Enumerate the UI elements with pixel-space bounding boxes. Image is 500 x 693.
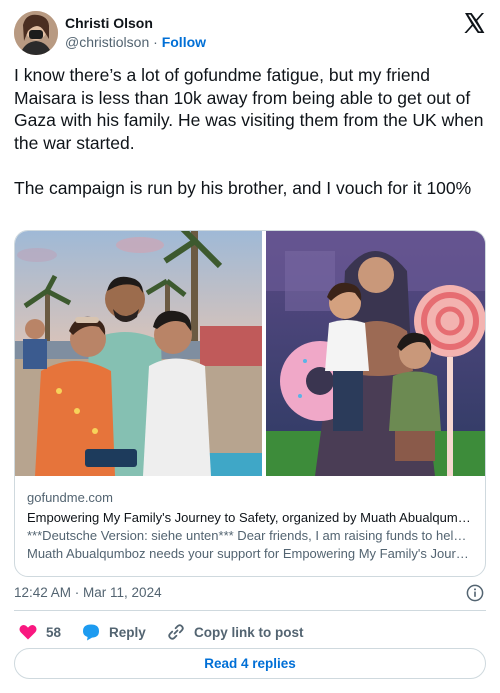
follow-link[interactable]: Follow [162,34,206,50]
author-name[interactable]: Christi Olson [65,14,206,32]
like-button[interactable]: 58 [18,620,61,644]
link-title: Empowering My Family's Journey to Safety… [27,510,473,525]
speech-bubble-icon [83,624,99,641]
tweet-paragraph: I know there’s a lot of gofundme fatigue… [14,65,484,153]
link-preview-card[interactable]: gofundme.com Empowering My Family's Jour… [14,230,486,577]
timestamp-row: 12:42 AM · Mar 11, 2024 [14,583,486,603]
link-preview-image [15,231,485,476]
avatar[interactable] [14,11,58,55]
read-replies-button[interactable]: Read 4 replies [14,648,486,679]
reply-button[interactable]: Reply [81,620,146,644]
timestamp[interactable]: 12:42 AM · Mar 11, 2024 [14,585,162,600]
author-block: Christi Olson @christiolson · Follow [65,14,206,52]
link-icon [168,624,184,640]
heart-icon [19,624,37,640]
tweet-header: Christi Olson @christiolson · Follow [14,11,486,55]
like-count: 58 [46,624,62,640]
tweet-embed: Christi Olson @christiolson · Follow I k… [0,0,500,693]
action-bar: 58 Reply Copy link to post [14,620,486,644]
reply-label: Reply [109,624,146,640]
x-logo-icon[interactable] [462,11,486,35]
link-description-line: Muath Abualqumboz needs your support for… [27,546,473,561]
divider [14,610,486,611]
info-icon[interactable] [466,584,484,602]
author-handle[interactable]: @christiolson [65,34,149,50]
handle-separator: · [153,34,158,50]
link-domain: gofundme.com [27,490,113,505]
author-handle-row: @christiolson · Follow [65,32,206,52]
media-divider [262,231,266,476]
link-description-line: ***Deutsche Version: siehe unten*** Dear… [27,528,473,543]
tweet-paragraph: The campaign is run by his brother, and … [14,177,472,198]
tweet-text: I know there’s a lot of gofundme fatigue… [14,64,486,199]
copy-link-button[interactable]: Copy link to post [166,620,304,644]
link-meta: gofundme.com Empowering My Family's Jour… [27,489,473,563]
copy-link-label: Copy link to post [194,624,304,640]
